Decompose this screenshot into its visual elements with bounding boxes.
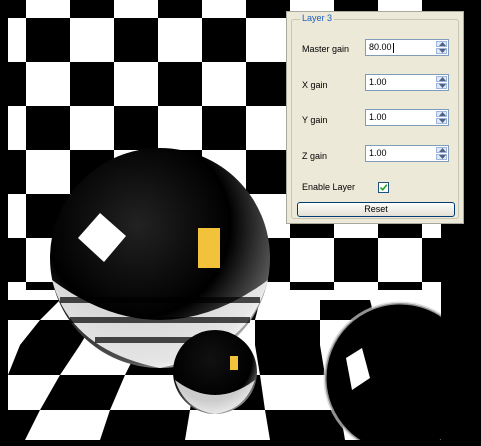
- spin-down-icon[interactable]: [436, 48, 447, 54]
- large-chrome-sphere: [50, 148, 270, 368]
- spin-down-icon[interactable]: [436, 83, 447, 89]
- spin-down-icon[interactable]: [436, 118, 447, 124]
- master-gain-spinbox[interactable]: 80.00: [365, 39, 449, 56]
- x-gain-value[interactable]: 1.00: [369, 77, 387, 87]
- x-gain-label: X gain: [302, 80, 328, 90]
- spin-up-icon[interactable]: [436, 76, 447, 82]
- checkmark-icon: [379, 184, 388, 192]
- master-gain-value[interactable]: 80.00: [369, 42, 394, 53]
- z-gain-label: Z gain: [302, 151, 328, 161]
- spin-down-icon[interactable]: [436, 154, 447, 160]
- spin-buttons: [436, 111, 447, 124]
- spin-up-icon[interactable]: [436, 147, 447, 153]
- master-gain-label: Master gain: [302, 44, 350, 54]
- enable-layer-checkbox[interactable]: [378, 182, 389, 193]
- reset-button[interactable]: Reset: [297, 202, 455, 217]
- spin-buttons: [436, 147, 447, 160]
- small-chrome-sphere: [173, 330, 257, 414]
- spin-buttons: [436, 76, 447, 89]
- z-gain-spinbox[interactable]: 1.00: [365, 145, 449, 162]
- layer-properties-panel: Layer 3 Master gain 80.00 X gain 1.00 Y …: [286, 11, 464, 224]
- text-caret: [392, 42, 394, 53]
- spin-up-icon[interactable]: [436, 41, 447, 47]
- y-gain-label: Y gain: [302, 115, 328, 125]
- groupbox-title: Layer 3: [300, 13, 335, 23]
- y-gain-value[interactable]: 1.00: [369, 112, 387, 122]
- x-gain-spinbox[interactable]: 1.00: [365, 74, 449, 91]
- enable-layer-label: Enable Layer: [302, 182, 356, 192]
- spin-up-icon[interactable]: [436, 111, 447, 117]
- z-gain-value[interactable]: 1.00: [369, 148, 387, 158]
- spin-buttons: [436, 41, 447, 54]
- y-gain-spinbox[interactable]: 1.00: [365, 109, 449, 126]
